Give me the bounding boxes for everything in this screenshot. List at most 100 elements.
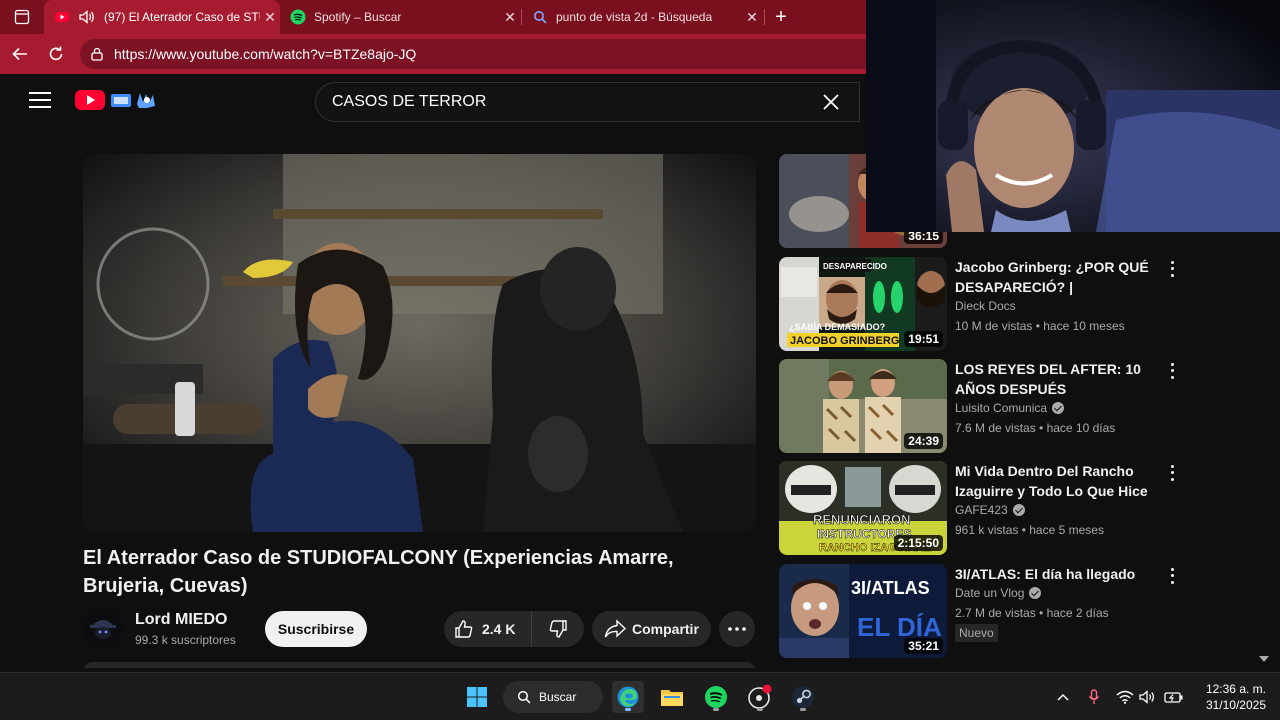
clear-search-icon[interactable] <box>811 82 851 122</box>
channel-name: Dieck Docs <box>955 299 1016 313</box>
menu-icon[interactable] <box>29 92 51 110</box>
related-video-title[interactable]: 3I/ATLAS: El día ha llegado <box>955 564 1155 584</box>
more-vertical-icon[interactable] <box>1165 259 1179 279</box>
related-video-channel[interactable]: Date un Vlog <box>955 586 1042 600</box>
more-actions-button[interactable] <box>719 611 755 647</box>
taskbar-recorder[interactable] <box>744 681 776 713</box>
share-label: Compartir <box>632 621 699 637</box>
taskbar-spotify[interactable] <box>700 681 732 713</box>
battery-tray[interactable] <box>1164 687 1184 707</box>
verified-icon <box>1012 504 1025 516</box>
like-button[interactable]: 2.4 K <box>444 611 532 647</box>
close-tab-icon[interactable]: ✕ <box>742 9 762 26</box>
dislike-button[interactable] <box>532 611 584 647</box>
microphone-tray[interactable] <box>1084 687 1104 707</box>
related-video-channel[interactable]: GAFE423 <box>955 503 1025 517</box>
show-hidden-icons-button[interactable] <box>1053 687 1073 707</box>
thumbnail-text: RENUNCIARON <box>813 512 911 527</box>
share-button[interactable]: Compartir <box>592 611 711 647</box>
thumbnail-text: JACOBO GRINBERG <box>790 335 899 347</box>
related-video-item[interactable]: DESAPARECIDO ¿SABÍA DEMASIADO? JACOBO GR… <box>779 257 1179 351</box>
search-input[interactable]: CASOS DE TERROR <box>315 82 860 122</box>
clock-time: 12:36 a. m. <box>1205 682 1266 696</box>
more-vertical-icon[interactable] <box>1165 361 1179 381</box>
tab-youtube[interactable]: (97) El Aterrador Caso de STUDIOFALCONY … <box>44 0 280 34</box>
related-video-channel[interactable]: Luisito Comunica <box>955 401 1065 415</box>
taskbar-edge[interactable] <box>612 681 644 713</box>
chevron-up-icon <box>1057 693 1069 701</box>
taskbar: Buscar 12:36 a. m. 31/10/2025 <box>0 672 1280 720</box>
close-tab-icon[interactable]: ✕ <box>260 9 280 26</box>
related-video-channel[interactable]: Dieck Docs <box>955 299 1016 313</box>
windows-icon <box>467 687 487 707</box>
taskbar-search-label: Buscar <box>539 690 577 704</box>
video-duration: 19:51 <box>904 331 943 347</box>
subscriber-count: 99.3 k suscriptores <box>135 633 236 647</box>
channel-avatar[interactable] <box>83 609 123 649</box>
webcam-overlay <box>866 0 1280 232</box>
scroll-down-arrow-icon[interactable] <box>1259 656 1269 662</box>
network-tray[interactable] <box>1115 687 1135 707</box>
related-video-title[interactable]: Mi Vida Dentro Del Rancho Izaguirre y To… <box>955 461 1155 501</box>
channel-name[interactable]: Lord MIEDO <box>135 611 227 629</box>
share-icon <box>604 619 626 638</box>
related-video-item[interactable]: 24:39 LOS REYES DEL AFTER: 10 AÑOS DESPU… <box>779 359 1179 453</box>
video-thumbnail[interactable]: DESAPARECIDO ¿SABÍA DEMASIADO? JACOBO GR… <box>779 257 947 351</box>
video-duration: 24:39 <box>904 433 943 449</box>
taskbar-file-explorer[interactable] <box>656 681 688 713</box>
thumbnail-text: ¿SABÍA DEMASIADO? <box>789 322 885 332</box>
start-button[interactable] <box>461 681 493 713</box>
video-thumbnail[interactable]: RENUNCIARON INSTRUCTORES RANCHO IZAGUIRR… <box>779 461 947 555</box>
search-icon <box>517 690 531 704</box>
folder-icon <box>661 690 683 706</box>
tab-spotify[interactable]: Spotify – Buscar ✕ <box>280 0 520 34</box>
speaker-icon[interactable] <box>78 9 96 25</box>
youtube-doodle-icon <box>111 93 155 108</box>
like-dislike-group: 2.4 K <box>444 611 584 647</box>
related-video-title[interactable]: Jacobo Grinberg: ¿POR QUÉ DESAPARECIÓ? |… <box>955 257 1155 297</box>
verified-icon <box>1029 587 1042 599</box>
related-video-item[interactable]: RENUNCIARON INSTRUCTORES RANCHO IZAGUIRR… <box>779 461 1179 555</box>
refresh-button[interactable] <box>43 41 69 67</box>
steam-icon <box>792 686 814 708</box>
url-text: https://www.youtube.com/watch?v=BTZe8ajo… <box>114 46 417 62</box>
more-vertical-icon[interactable] <box>1165 566 1179 586</box>
close-tab-icon[interactable]: ✕ <box>500 9 520 26</box>
search-icon <box>534 11 547 24</box>
tab-bing-search[interactable]: punto de vista 2d - Búsqueda ✕ <box>522 0 762 34</box>
edge-icon <box>617 686 639 708</box>
taskbar-search[interactable]: Buscar <box>503 681 603 713</box>
system-clock[interactable]: 12:36 a. m. 31/10/2025 <box>1196 681 1266 713</box>
running-indicator <box>625 708 631 711</box>
running-indicator <box>713 708 719 711</box>
youtube-logo[interactable] <box>75 90 163 110</box>
wifi-icon <box>1116 690 1134 704</box>
video-thumbnail[interactable]: 3I/ATLAS EL DÍA 35:21 <box>779 564 947 658</box>
channel-name: Date un Vlog <box>955 586 1025 600</box>
back-button[interactable] <box>7 41 33 67</box>
lock-icon[interactable] <box>90 47 104 61</box>
related-video-item[interactable]: 3I/ATLAS EL DÍA 35:21 3I/ATLAS: El día h… <box>779 564 1179 658</box>
volume-tray[interactable] <box>1138 687 1158 707</box>
video-player[interactable] <box>83 154 756 532</box>
refresh-icon <box>49 46 63 61</box>
video-thumbnail[interactable]: 24:39 <box>779 359 947 453</box>
new-tab-button[interactable]: + <box>768 4 794 30</box>
related-video-title[interactable]: LOS REYES DEL AFTER: 10 AÑOS DESPUÉS <box>955 359 1155 399</box>
clock-date: 31/10/2025 <box>1205 698 1266 712</box>
description-box[interactable] <box>83 662 756 668</box>
channel-name: GAFE423 <box>955 503 1008 517</box>
youtube-play-icon <box>75 90 105 110</box>
new-badge: Nuevo <box>955 624 998 642</box>
tab-title: (97) El Aterrador Caso de STUDIOFALCONY <box>104 10 260 24</box>
thumbnail-text: DESAPARECIDO <box>823 262 887 271</box>
related-video-meta: 7.6 M de vistas • hace 10 días <box>955 421 1116 435</box>
channel-row: Lord MIEDO 99.3 k suscriptores Suscribir… <box>83 607 756 651</box>
tab-actions-button[interactable] <box>0 0 44 34</box>
tab-title: punto de vista 2d - Búsqueda <box>556 10 713 24</box>
taskbar-steam[interactable] <box>787 681 819 713</box>
thumbs-down-icon <box>549 620 567 638</box>
subscribe-button[interactable]: Suscribirse <box>265 611 367 647</box>
video-duration: 35:21 <box>904 638 943 654</box>
more-vertical-icon[interactable] <box>1165 463 1179 483</box>
